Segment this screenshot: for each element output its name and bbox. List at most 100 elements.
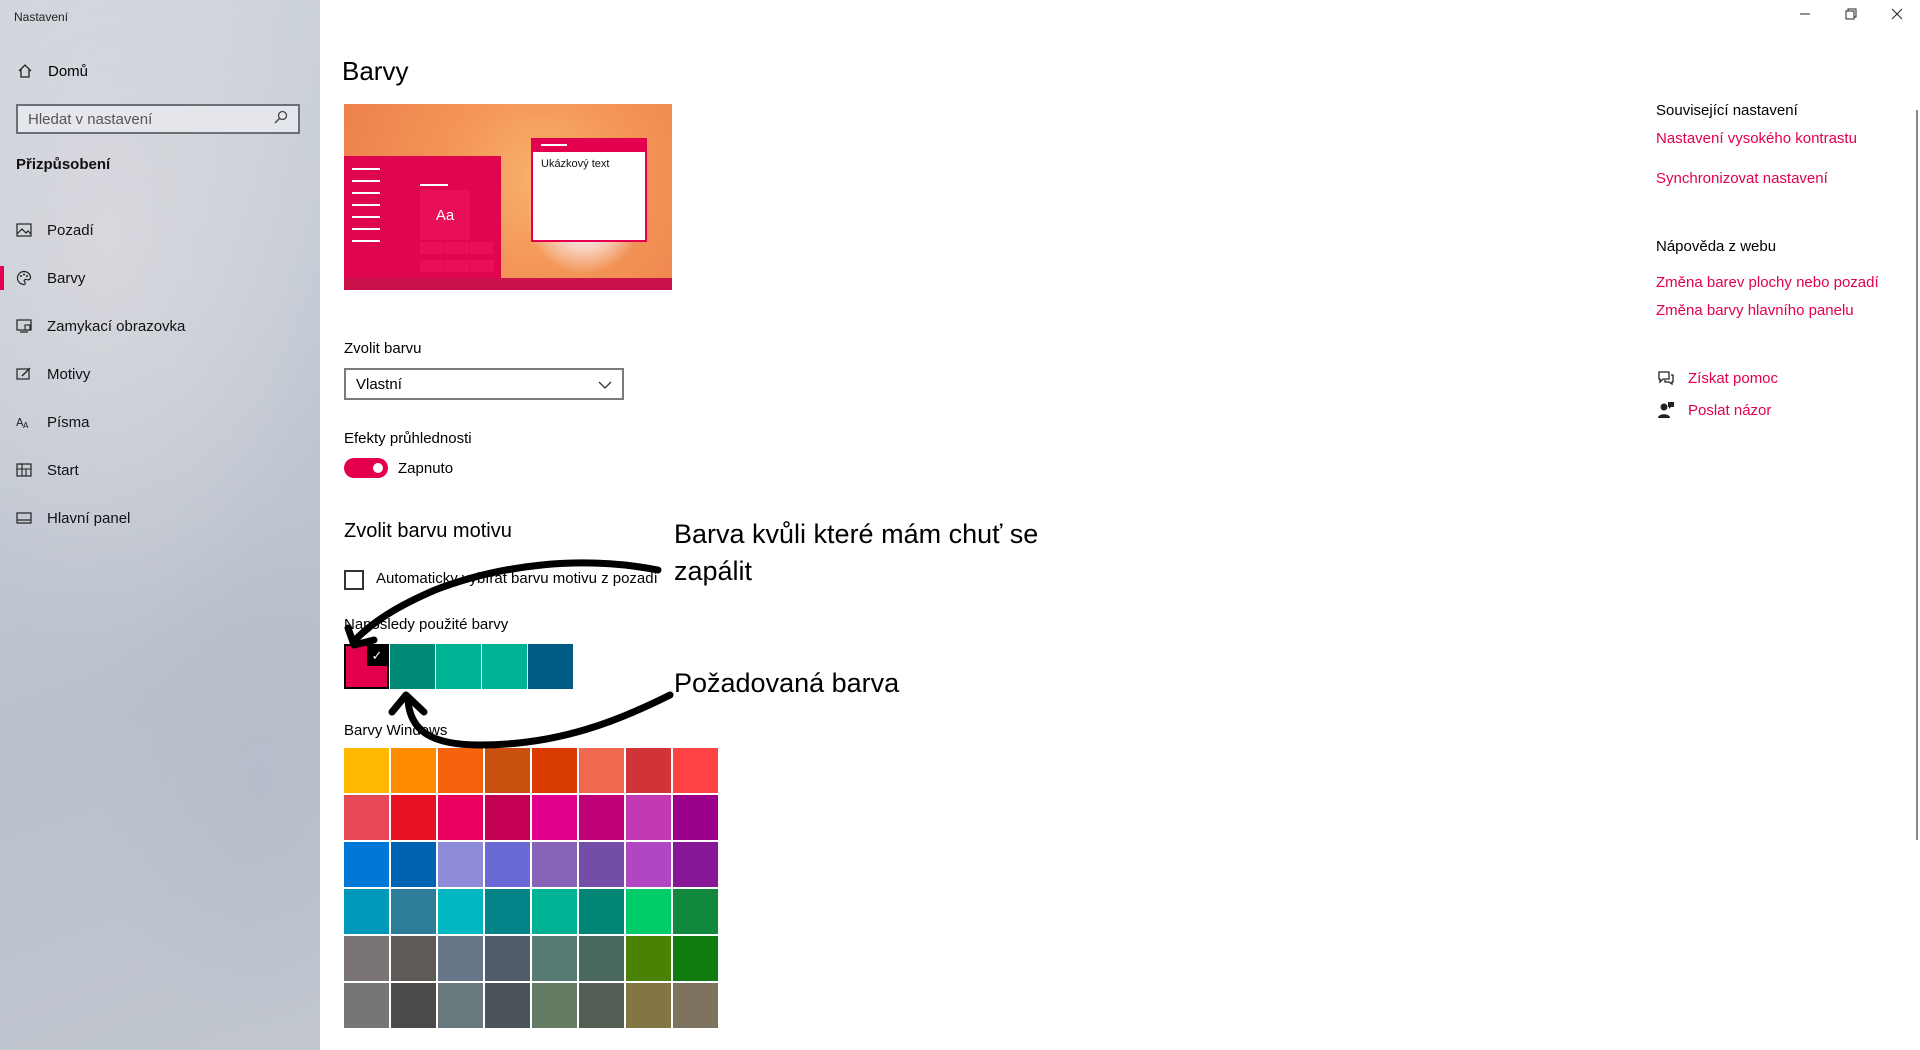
windows-color-swatch[interactable] <box>438 842 483 887</box>
windows-color-swatch[interactable] <box>438 936 483 981</box>
windows-color-swatch[interactable] <box>626 936 671 981</box>
chevron-down-icon <box>598 376 612 393</box>
search-box[interactable] <box>16 104 300 134</box>
search-icon[interactable] <box>274 110 288 129</box>
related-settings-heading: Související nastavení <box>1656 102 1798 119</box>
arrow-head-bottom <box>388 691 428 716</box>
sidebar-item-pozadi[interactable]: Pozadí <box>0 206 320 254</box>
recent-color-swatch[interactable] <box>436 644 481 689</box>
annotation-top: Barva kvůli které mám chuť se zapálit <box>674 516 1038 590</box>
close-button[interactable] <box>1874 0 1920 32</box>
windows-color-swatch[interactable] <box>344 842 389 887</box>
windows-color-swatch[interactable] <box>579 936 624 981</box>
windows-color-swatch[interactable] <box>485 889 530 934</box>
sidebar: Nastavení Domů Přizpůsobení Pozadí <box>0 0 320 1050</box>
recent-color-swatch[interactable] <box>390 644 435 689</box>
windows-color-swatch[interactable] <box>485 842 530 887</box>
windows-color-swatch[interactable] <box>438 983 483 1028</box>
windows-color-swatch[interactable] <box>532 983 577 1028</box>
windows-color-swatch[interactable] <box>438 748 483 793</box>
accent-heading: Zvolit barvu motivu <box>344 520 512 542</box>
sidebar-item-hlavni-panel[interactable]: Hlavní panel <box>0 494 320 542</box>
feedback-link[interactable]: Poslat názor <box>1656 400 1771 420</box>
windows-color-swatch[interactable] <box>344 889 389 934</box>
windows-color-swatch[interactable] <box>532 889 577 934</box>
windows-color-swatch[interactable] <box>485 936 530 981</box>
sidebar-item-motivy[interactable]: Motivy <box>0 350 320 398</box>
windows-color-swatch[interactable] <box>344 936 389 981</box>
minimize-button[interactable] <box>1782 0 1828 32</box>
choose-color-select[interactable]: Vlastní <box>344 368 624 400</box>
windows-color-swatch[interactable] <box>391 842 436 887</box>
chat-help-icon <box>1656 368 1676 388</box>
restore-icon <box>1845 7 1857 25</box>
sync-settings-link[interactable]: Synchronizovat nastavení <box>1656 170 1828 187</box>
windows-color-swatch[interactable] <box>391 748 436 793</box>
windows-color-swatch[interactable] <box>391 795 436 840</box>
windows-color-swatch[interactable] <box>391 936 436 981</box>
palette-icon <box>15 269 33 287</box>
high-contrast-link[interactable]: Nastavení vysokého kontrastu <box>1656 130 1857 147</box>
windows-colors-grid <box>344 748 718 1028</box>
windows-color-swatch[interactable] <box>391 983 436 1028</box>
feedback-label: Poslat názor <box>1688 401 1772 419</box>
windows-color-swatch[interactable] <box>485 748 530 793</box>
scrollbar[interactable] <box>1916 110 1918 840</box>
windows-color-swatch[interactable] <box>579 842 624 887</box>
taskbar-color-help-link[interactable]: Změna barvy hlavního panelu <box>1656 302 1854 319</box>
desktop-color-help-link[interactable]: Změna barev plochy nebo pozadí <box>1656 274 1879 291</box>
windows-color-swatch[interactable] <box>438 889 483 934</box>
sidebar-item-label: Barvy <box>47 269 86 287</box>
windows-color-swatch[interactable] <box>579 983 624 1028</box>
preview-tiles <box>420 242 502 278</box>
choose-color-value: Vlastní <box>356 375 402 393</box>
windows-color-swatch[interactable] <box>579 795 624 840</box>
restore-button[interactable] <box>1828 0 1874 32</box>
windows-color-swatch[interactable] <box>579 889 624 934</box>
windows-color-swatch[interactable] <box>485 795 530 840</box>
get-help-link[interactable]: Získat pomoc <box>1656 368 1778 388</box>
windows-color-swatch[interactable] <box>391 889 436 934</box>
windows-color-swatch[interactable] <box>626 889 671 934</box>
nav-home[interactable]: Domů <box>16 62 88 80</box>
windows-color-swatch[interactable] <box>532 748 577 793</box>
windows-color-swatch[interactable] <box>626 842 671 887</box>
windows-color-swatch[interactable] <box>673 936 718 981</box>
sidebar-item-label: Start <box>47 461 79 479</box>
windows-color-swatch[interactable] <box>673 983 718 1028</box>
windows-color-swatch[interactable] <box>673 842 718 887</box>
windows-color-swatch[interactable] <box>532 795 577 840</box>
windows-color-swatch[interactable] <box>485 983 530 1028</box>
sidebar-item-zamykaci-obrazovka[interactable]: Zamykací obrazovka <box>0 302 320 350</box>
sidebar-item-barvy[interactable]: Barvy <box>0 254 320 302</box>
auto-pick-checkbox[interactable] <box>344 570 364 590</box>
windows-color-swatch[interactable] <box>626 748 671 793</box>
auto-pick-label: Automaticky vybírat barvu motivu z pozad… <box>376 570 658 587</box>
recent-color-swatch[interactable] <box>528 644 573 689</box>
windows-color-swatch[interactable] <box>673 795 718 840</box>
sidebar-item-start[interactable]: Start <box>0 446 320 494</box>
windows-color-swatch[interactable] <box>626 795 671 840</box>
transparency-label: Efekty průhlednosti <box>344 430 472 447</box>
windows-color-swatch[interactable] <box>344 983 389 1028</box>
windows-color-swatch[interactable] <box>344 748 389 793</box>
recent-colors-label: Naposledy použité barvy <box>344 616 509 633</box>
transparency-toggle[interactable] <box>344 458 388 478</box>
transparency-state: Zapnuto <box>398 460 454 477</box>
theme-preview: Aa Ukázkový text <box>344 104 672 290</box>
get-help-label: Získat pomoc <box>1688 369 1779 387</box>
windows-color-swatch[interactable] <box>626 983 671 1028</box>
annotation-top-line1: Barva kvůli které mám chuť se <box>674 519 1039 549</box>
windows-color-swatch[interactable] <box>673 748 718 793</box>
minimize-icon <box>1799 7 1811 25</box>
windows-color-swatch[interactable] <box>532 936 577 981</box>
windows-color-swatch[interactable] <box>344 795 389 840</box>
windows-color-swatch[interactable] <box>673 889 718 934</box>
recent-color-swatch[interactable]: ✓ <box>344 644 389 689</box>
recent-color-swatch[interactable] <box>482 644 527 689</box>
windows-color-swatch[interactable] <box>532 842 577 887</box>
sidebar-item-pisma[interactable]: AA Písma <box>0 398 320 446</box>
search-input[interactable] <box>28 110 258 128</box>
windows-color-swatch[interactable] <box>438 795 483 840</box>
windows-color-swatch[interactable] <box>579 748 624 793</box>
